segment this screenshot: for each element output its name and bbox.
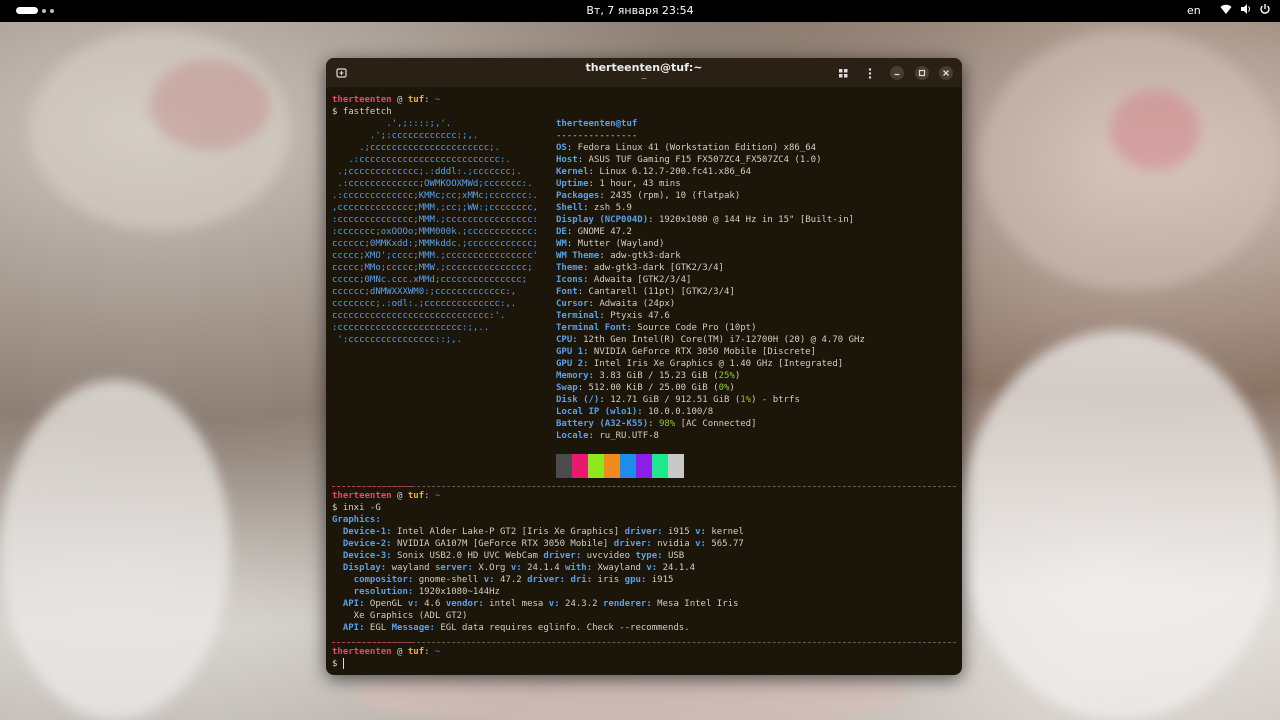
info-row: Swap: 512.00 KiB / 25.00 GiB (0%) <box>556 383 735 393</box>
info-header: therteenten@tuf <box>556 119 638 129</box>
command-line: $ fastfetch <box>332 107 392 117</box>
info-row: Disk (/): 12.71 GiB / 912.51 GiB (1%) - … <box>556 395 800 405</box>
palette-swatch <box>556 454 572 478</box>
logo-line: cccccc;dNMWXXXWM0:;ccccccccccccc:, <box>332 287 517 297</box>
info-row: Host: ASUS TUF Gaming F15 FX507ZC4_FX507… <box>556 155 822 165</box>
palette-swatch <box>668 454 684 478</box>
info-row: Memory: 3.83 GiB / 15.23 GiB (25%) <box>556 371 741 381</box>
logo-line: cccccccc;.:odl:.;cccccccccccccc:,. <box>332 299 517 309</box>
logo-line: :cccccccccccccc;MMM.;cccccccccccccccc: <box>332 215 538 225</box>
logo-line: ccccc;0MNc.ccc.xMMd;ccccccccccccccc; <box>332 275 528 285</box>
logo-line: .;ccccccccccccc;.:dddl:.;ccccccc;. <box>332 167 522 177</box>
inxi-line: Xe Graphics (ADL GT2) <box>332 611 468 621</box>
logo-line: .;cccccccccccccccccccccc;. <box>332 143 500 153</box>
info-row: WM Theme: adw-gtk3-dark <box>556 251 681 261</box>
info-row: GPU 1: NVIDIA GeForce RTX 3050 Mobile [D… <box>556 347 817 357</box>
logo-line: ccccc;MMo;ccccc;MMW.;ccccccccccccccc; <box>332 263 533 273</box>
logo-line: .:cccccccccccccccccccccccccc:. <box>332 155 511 165</box>
inxi-line: Device-1: Intel Alder Lake-P GT2 [Iris X… <box>332 527 744 537</box>
info-row: Cursor: Adwaita (24px) <box>556 299 676 309</box>
text-cursor <box>342 658 344 669</box>
logo-line: :ccccccccccccccccccccccc:;,.. <box>332 323 490 333</box>
info-row: Terminal Font: Source Code Pro (10pt) <box>556 323 757 333</box>
logo-line: .',;::::;,'. <box>332 119 452 129</box>
keyboard-layout[interactable]: en <box>1187 4 1201 17</box>
prompt-line: therteenten @ tuf: ~ <box>332 647 441 657</box>
prompt-line: therteenten @ tuf: ~ <box>332 491 441 501</box>
info-rule: --------------- <box>556 131 638 141</box>
minimize-icon[interactable] <box>890 66 904 80</box>
inxi-line: API: EGL Message: EGL data requires egli… <box>332 623 690 633</box>
separator <box>332 642 956 643</box>
info-row: Display (NCP004D): 1920x1080 @ 144 Hz in… <box>556 215 855 225</box>
separator <box>332 486 956 487</box>
palette-swatch <box>620 454 636 478</box>
info-row: Locale: ru_RU.UTF-8 <box>556 431 659 441</box>
inxi-graphics-heading: Graphics: <box>332 515 381 525</box>
info-row: Kernel: Linux 6.12.7-200.fc41.x86_64 <box>556 167 752 177</box>
palette-swatch <box>588 454 604 478</box>
info-row: WM: Mutter (Wayland) <box>556 239 665 249</box>
power-icon[interactable] <box>1259 3 1271 18</box>
logo-line: .';:cccccccccccc:;,. <box>332 131 479 141</box>
logo-line: ':cccccccccccccccc::;,. <box>332 335 463 345</box>
logo-line: cccccc;0MMKxdd:;MMMkddc.;cccccccccccc; <box>332 239 538 249</box>
top-bar: Вт, 7 января 23:54 en <box>0 0 1280 22</box>
inxi-line: compositor: gnome-shell v: 47.2 driver: … <box>332 575 674 585</box>
separator-accent <box>332 486 412 487</box>
input-line[interactable]: $ <box>332 658 344 670</box>
header-bar: therteenten@tuf:~ ~ <box>326 58 962 87</box>
info-row: GPU 2: Intel Iris Xe Graphics @ 1.40 GHz… <box>556 359 844 369</box>
info-row: Shell: zsh 5.9 <box>556 203 632 213</box>
palette-swatch <box>652 454 668 478</box>
separator-accent <box>332 642 412 643</box>
logo-line: .:ccccccccccccc;KMMc;cc;xMMc;ccccccc:. <box>332 191 538 201</box>
info-row: CPU: 12th Gen Intel(R) Core(TM) i7-12700… <box>556 335 865 345</box>
logo-line: :ccccccc;oxOOOo;MMM000k.;cccccccccccc: <box>332 227 538 237</box>
palette-swatch <box>572 454 588 478</box>
terminal-window: therteenten@tuf:~ ~ therteenten @ tuf: ~… <box>326 58 962 675</box>
palette-swatch <box>636 454 652 478</box>
close-icon[interactable] <box>939 66 953 80</box>
volume-icon[interactable] <box>1240 3 1252 18</box>
info-row: Packages: 2435 (rpm), 10 (flatpak) <box>556 191 741 201</box>
logo-line: ccccccccccccccccccccccccccccc:'. <box>332 311 506 321</box>
inxi-line: Display: wayland server: X.Org v: 24.1.4… <box>332 563 696 573</box>
inxi-line: Device-2: NVIDIA GA107M [GeForce RTX 305… <box>332 539 744 549</box>
info-row: Theme: adw-gtk3-dark [GTK2/3/4] <box>556 263 724 273</box>
prompt-line: therteenten @ tuf: ~ <box>332 95 441 105</box>
logo-line: ,cccccccccccccc;MMM.;cc;;WW:;cccccccc, <box>332 203 538 213</box>
logo-line: ccccc;XMO';cccc;MMM.;cccccccccccccccc' <box>332 251 538 261</box>
grid-icon[interactable] <box>836 66 850 80</box>
info-row: Local IP (wlo1): 10.0.0.100/8 <box>556 407 714 417</box>
info-row: OS: Fedora Linux 41 (Workstation Edition… <box>556 143 817 153</box>
inxi-line: resolution: 1920x1080~144Hz <box>332 587 500 597</box>
inxi-line: API: OpenGL v: 4.6 vendor: intel mesa v:… <box>332 599 739 609</box>
info-row: Battery (A32-K55): 98% [AC Connected] <box>556 419 757 429</box>
maximize-icon[interactable] <box>915 66 929 80</box>
info-row: Uptime: 1 hour, 43 mins <box>556 179 681 189</box>
info-row: DE: GNOME 47.2 <box>556 227 632 237</box>
info-row: Font: Cantarell (11pt) [GTK2/3/4] <box>556 287 735 297</box>
logo-line: .:ccccccccccccc;OWMKOOXMWd;ccccccc:. <box>332 179 533 189</box>
info-row: Terminal: Ptyxis 47.6 <box>556 311 670 321</box>
inxi-line: Device-3: Sonix USB2.0 HD UVC WebCam dri… <box>332 551 685 561</box>
palette-swatch <box>604 454 620 478</box>
clock[interactable]: Вт, 7 января 23:54 <box>0 4 1280 17</box>
command-line: $ inxi -G <box>332 503 381 513</box>
info-row: Icons: Adwaita [GTK2/3/4] <box>556 275 692 285</box>
wifi-icon[interactable] <box>1220 3 1232 18</box>
kebab-menu-icon[interactable] <box>863 66 877 80</box>
